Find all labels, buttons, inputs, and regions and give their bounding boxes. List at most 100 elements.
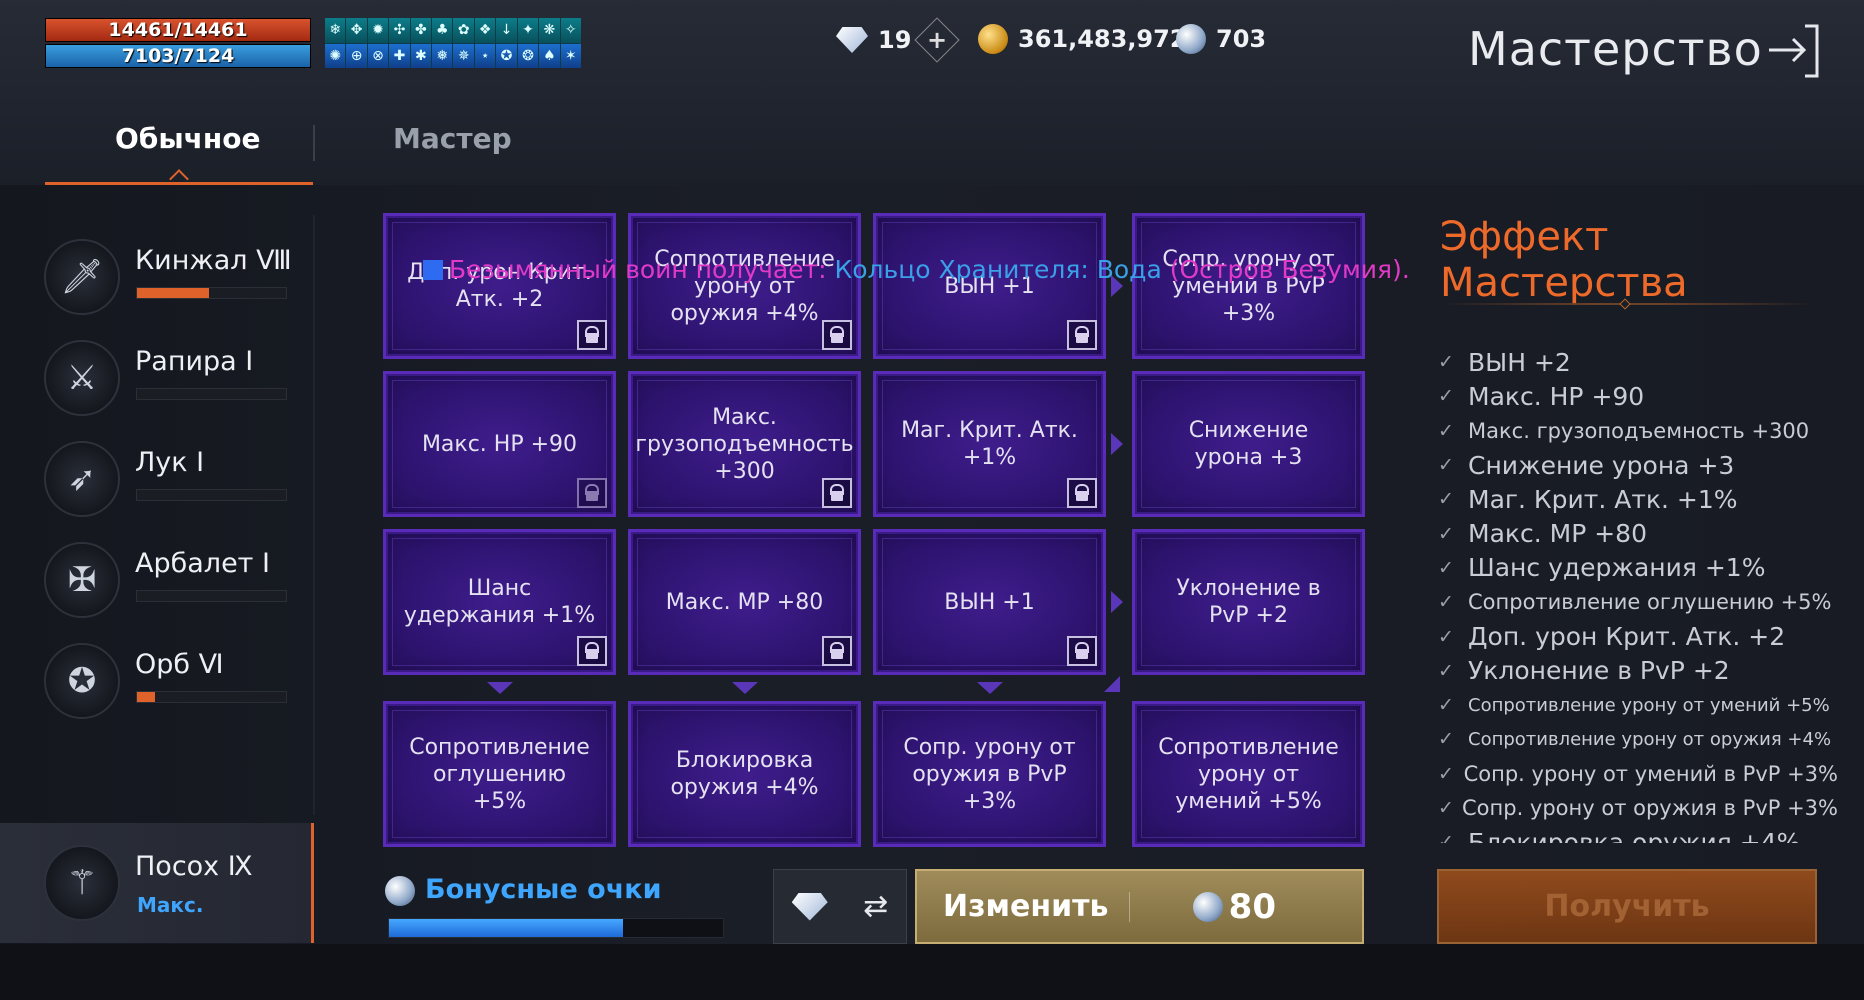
bonus-points-label: Бонусные очки xyxy=(425,874,662,905)
buff-icon[interactable]: ↓ xyxy=(496,18,517,43)
buff-icon[interactable]: ✺ xyxy=(325,43,346,68)
lock-icon xyxy=(1067,320,1097,350)
currency-swap-button[interactable]: ⇄ xyxy=(773,869,907,944)
weapon-progress-fill xyxy=(137,288,209,298)
buff-icon[interactable]: ✦ xyxy=(517,18,539,43)
mastery-node-label: Маг. Крит. Атк. +1% xyxy=(901,418,1078,470)
buff-icon[interactable]: ✧ xyxy=(560,18,581,43)
mastery-node[interactable]: Сопр. урону от оружия в PvP +3% xyxy=(873,701,1106,847)
lock-icon xyxy=(577,320,607,350)
buff-icon[interactable]: ❋ xyxy=(539,18,560,43)
mastery-node-label: Сопротивление урону от умений +5% xyxy=(1158,734,1339,814)
bow-icon: ➶ xyxy=(44,441,120,517)
rapier-icon: ⚔ xyxy=(44,340,120,416)
buff-icon[interactable]: ❄ xyxy=(325,18,346,43)
buff-icon[interactable]: ♠ xyxy=(539,43,560,68)
mp-bar: 7103/7124 xyxy=(45,44,311,68)
buff-icon[interactable]: ❖ xyxy=(474,18,496,43)
buff-icon[interactable]: ♣ xyxy=(432,18,453,43)
mastery-node[interactable]: Макс. грузоподъемность +300 xyxy=(628,371,861,517)
system-message: Безымянный воин получает: Кольцо Храните… xyxy=(423,255,1410,284)
mastery-node[interactable]: Макс. HP +90 xyxy=(383,371,616,517)
effect-item-label: Снижение урона +3 xyxy=(1468,450,1735,480)
orb-icon: ✪ xyxy=(44,643,120,719)
mastery-node[interactable]: Маг. Крит. Атк. +1% xyxy=(873,371,1106,517)
weapon-item[interactable]: ✪ Орб Ⅵ xyxy=(0,621,314,741)
weapon-max-label: Макс. xyxy=(137,893,204,917)
change-button-divider xyxy=(1128,891,1130,922)
check-icon: ✓ xyxy=(1438,659,1454,682)
exit-icon[interactable] xyxy=(1765,22,1821,78)
buff-icon[interactable]: ⋆ xyxy=(474,43,496,68)
effect-item-label: Уклонение в PvP +2 xyxy=(1468,656,1730,686)
system-message-location: (Остров Безумия). xyxy=(1161,255,1410,284)
buff-icon[interactable]: ✱ xyxy=(410,43,432,68)
mastery-node[interactable]: Сопротивление урону от оружия +4% xyxy=(628,213,861,359)
tab-normal[interactable]: Обычное xyxy=(115,122,260,155)
gold-count: 361,483,972 xyxy=(1018,25,1187,53)
active-weapon-accent xyxy=(311,823,314,943)
effect-item: ✓ Доп. урон Крит. Атк. +2 xyxy=(1438,619,1838,653)
buff-icon[interactable]: ✹ xyxy=(367,18,389,43)
add-gems-icon[interactable]: + xyxy=(914,17,961,63)
mastery-node[interactable]: Макс. MP +80 xyxy=(628,529,861,675)
effect-list[interactable]: ✓ ВЫН +2 ✓ Макс. HP +90 ✓ Макс. грузоподъемно… xyxy=(1438,345,1838,843)
buff-icons[interactable]: ❄ ✥ ✹ ✣ ✤ ♣ ✿ ❖ ↓ ✦ ❋ ✧ ✺ ⊕ ⊗ ✚ ✱ ❅ ✵ ⋆ ✪ ❂ ♠ ✶ xyxy=(325,18,581,68)
buff-icon[interactable]: ✤ xyxy=(410,18,432,43)
buff-icon[interactable]: ✿ xyxy=(453,18,474,43)
swap-icon: ⇄ xyxy=(863,889,889,924)
weapon-name: Лук Ⅰ xyxy=(135,447,205,478)
mastery-node[interactable]: Блокировка оружия +4% xyxy=(628,701,861,847)
buff-icon[interactable]: ✣ xyxy=(389,18,410,43)
weapon-name: Кинжал Ⅷ xyxy=(135,245,292,276)
buff-icon[interactable]: ✶ xyxy=(560,43,581,68)
effect-item: ✓ ВЫН +2 xyxy=(1438,345,1838,379)
mastery-node[interactable]: Сопротивление оглушению +5% xyxy=(383,701,616,847)
buff-icon[interactable]: ✵ xyxy=(453,43,474,68)
check-icon: ✓ xyxy=(1438,694,1454,717)
tab-master[interactable]: Мастер xyxy=(393,122,512,155)
buff-icon[interactable]: ✪ xyxy=(496,43,517,68)
mastery-node[interactable]: Снижение урона +3 xyxy=(1132,371,1365,517)
effect-item-label: Сопр. урону от оружия в PvP +3% xyxy=(1462,796,1838,820)
change-cost: 80 xyxy=(1192,887,1276,927)
weapon-name: Рапира Ⅰ xyxy=(135,346,254,377)
buff-icon[interactable]: ❅ xyxy=(432,43,453,68)
effect-item-label: Доп. урон Крит. Атк. +2 xyxy=(1468,622,1786,652)
get-button[interactable]: Получить xyxy=(1437,869,1817,944)
weapon-item[interactable]: ⚚ Посох Ⅸ Макс. xyxy=(0,823,314,943)
mastery-node[interactable]: Сопротивление урону от умений +5% xyxy=(1132,701,1365,847)
mastery-node[interactable]: Шанс удержания +1% xyxy=(383,529,616,675)
buff-icon[interactable]: ✚ xyxy=(389,43,410,68)
buff-icon[interactable]: ✥ xyxy=(346,18,367,43)
check-icon: ✓ xyxy=(1438,488,1454,511)
mastery-node-label: ВЫН +1 xyxy=(944,589,1035,615)
buff-icon[interactable]: ⊕ xyxy=(346,43,367,68)
gem-count: 19 xyxy=(878,26,912,54)
connector-arrow-icon xyxy=(1104,676,1120,692)
weapon-progress-bar xyxy=(136,388,287,400)
check-icon: ✓ xyxy=(1438,762,1454,785)
mastery-node-label: Сопр. урону от оружия в PvP +3% xyxy=(903,734,1076,814)
dagger-icon: 🗡 xyxy=(44,239,120,315)
effect-item-label: Макс. HP +90 xyxy=(1468,381,1645,411)
mastery-node-label: Макс. грузоподъемность +300 xyxy=(635,404,854,484)
buff-icon[interactable]: ⊗ xyxy=(367,43,389,68)
check-icon: ✓ xyxy=(1438,556,1454,579)
connector-arrow-icon xyxy=(1111,433,1123,455)
effect-item: ✓ Макс. MP +80 xyxy=(1438,516,1838,550)
bottom-background xyxy=(0,944,1864,1000)
bonus-orb-icon xyxy=(385,876,415,906)
lock-icon xyxy=(822,320,852,350)
mastery-node[interactable]: ВЫН +1 xyxy=(873,213,1106,359)
effect-item-label: Сопротивление урону от оружия +4% xyxy=(1468,728,1832,750)
mastery-node[interactable]: ВЫН +1 xyxy=(873,529,1106,675)
mastery-node[interactable]: Доп. урон Крит. Атк. +2 xyxy=(383,213,616,359)
mastery-node[interactable]: Сопр. урону от умений в PvP +3% xyxy=(1132,213,1365,359)
effect-item: ✓ Сопр. урону от умений в PvP +3% xyxy=(1438,757,1838,791)
check-icon: ✓ xyxy=(1438,454,1454,477)
bonus-progress-fill xyxy=(389,919,623,937)
change-button[interactable]: Изменить 80 xyxy=(915,869,1364,944)
mastery-node[interactable]: Уклонение в PvP +2 xyxy=(1132,529,1365,675)
buff-icon[interactable]: ❂ xyxy=(517,43,539,68)
